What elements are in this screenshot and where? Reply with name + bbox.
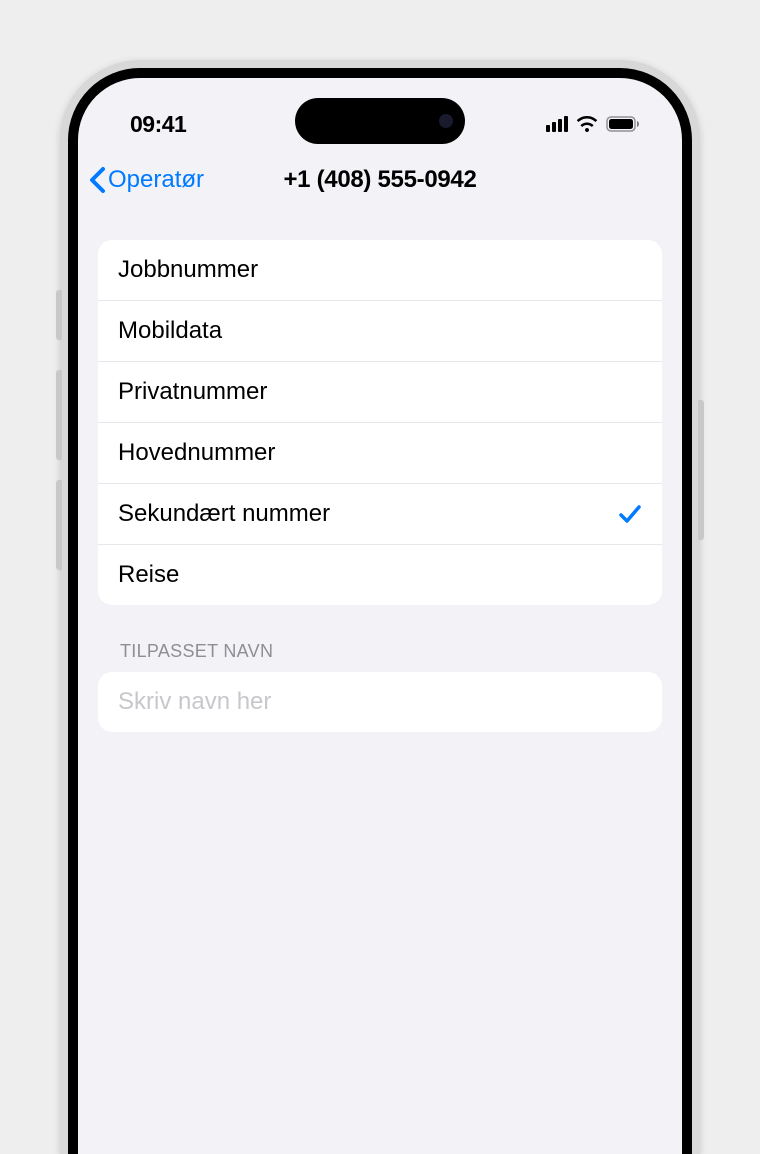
label-option-reise[interactable]: Reise xyxy=(98,545,662,605)
navigation-bar: Operatør +1 (408) 555-0942 xyxy=(78,148,682,212)
custom-name-header: Tilpasset navn xyxy=(98,605,662,672)
wifi-icon xyxy=(576,116,598,132)
back-label: Operatør xyxy=(108,166,204,194)
cellular-signal-icon xyxy=(546,116,568,132)
label-list: Jobbnummer Mobildata Privatnummer Hovedn… xyxy=(98,240,662,605)
battery-icon xyxy=(606,116,640,132)
volume-up-button xyxy=(56,370,62,460)
phone-frame: 09:41 xyxy=(60,60,700,1154)
label-text: Hovednummer xyxy=(118,439,275,467)
dynamic-island xyxy=(295,98,465,144)
label-text: Jobbnummer xyxy=(118,256,258,284)
content-area: Jobbnummer Mobildata Privatnummer Hovedn… xyxy=(78,212,682,732)
custom-name-input[interactable] xyxy=(118,688,642,716)
label-option-hovednummer[interactable]: Hovednummer xyxy=(98,423,662,484)
volume-down-button xyxy=(56,480,62,570)
checkmark-icon xyxy=(618,503,642,525)
status-icons xyxy=(546,116,640,132)
label-option-sekundaert[interactable]: Sekundært nummer xyxy=(98,484,662,545)
label-text: Privatnummer xyxy=(118,378,267,406)
status-time: 09:41 xyxy=(130,111,186,138)
label-option-jobbnummer[interactable]: Jobbnummer xyxy=(98,240,662,301)
screen: 09:41 xyxy=(78,78,682,1154)
power-button xyxy=(698,400,704,540)
label-text: Sekundært nummer xyxy=(118,500,330,528)
chevron-left-icon xyxy=(88,166,106,194)
back-button[interactable]: Operatør xyxy=(88,166,204,194)
label-text: Mobildata xyxy=(118,317,222,345)
silent-switch xyxy=(56,290,62,340)
phone-bezel: 09:41 xyxy=(68,68,692,1154)
label-option-privatnummer[interactable]: Privatnummer xyxy=(98,362,662,423)
label-text: Reise xyxy=(118,561,179,589)
page-title: +1 (408) 555-0942 xyxy=(283,166,476,194)
label-option-mobildata[interactable]: Mobildata xyxy=(98,301,662,362)
custom-name-group xyxy=(98,672,662,732)
